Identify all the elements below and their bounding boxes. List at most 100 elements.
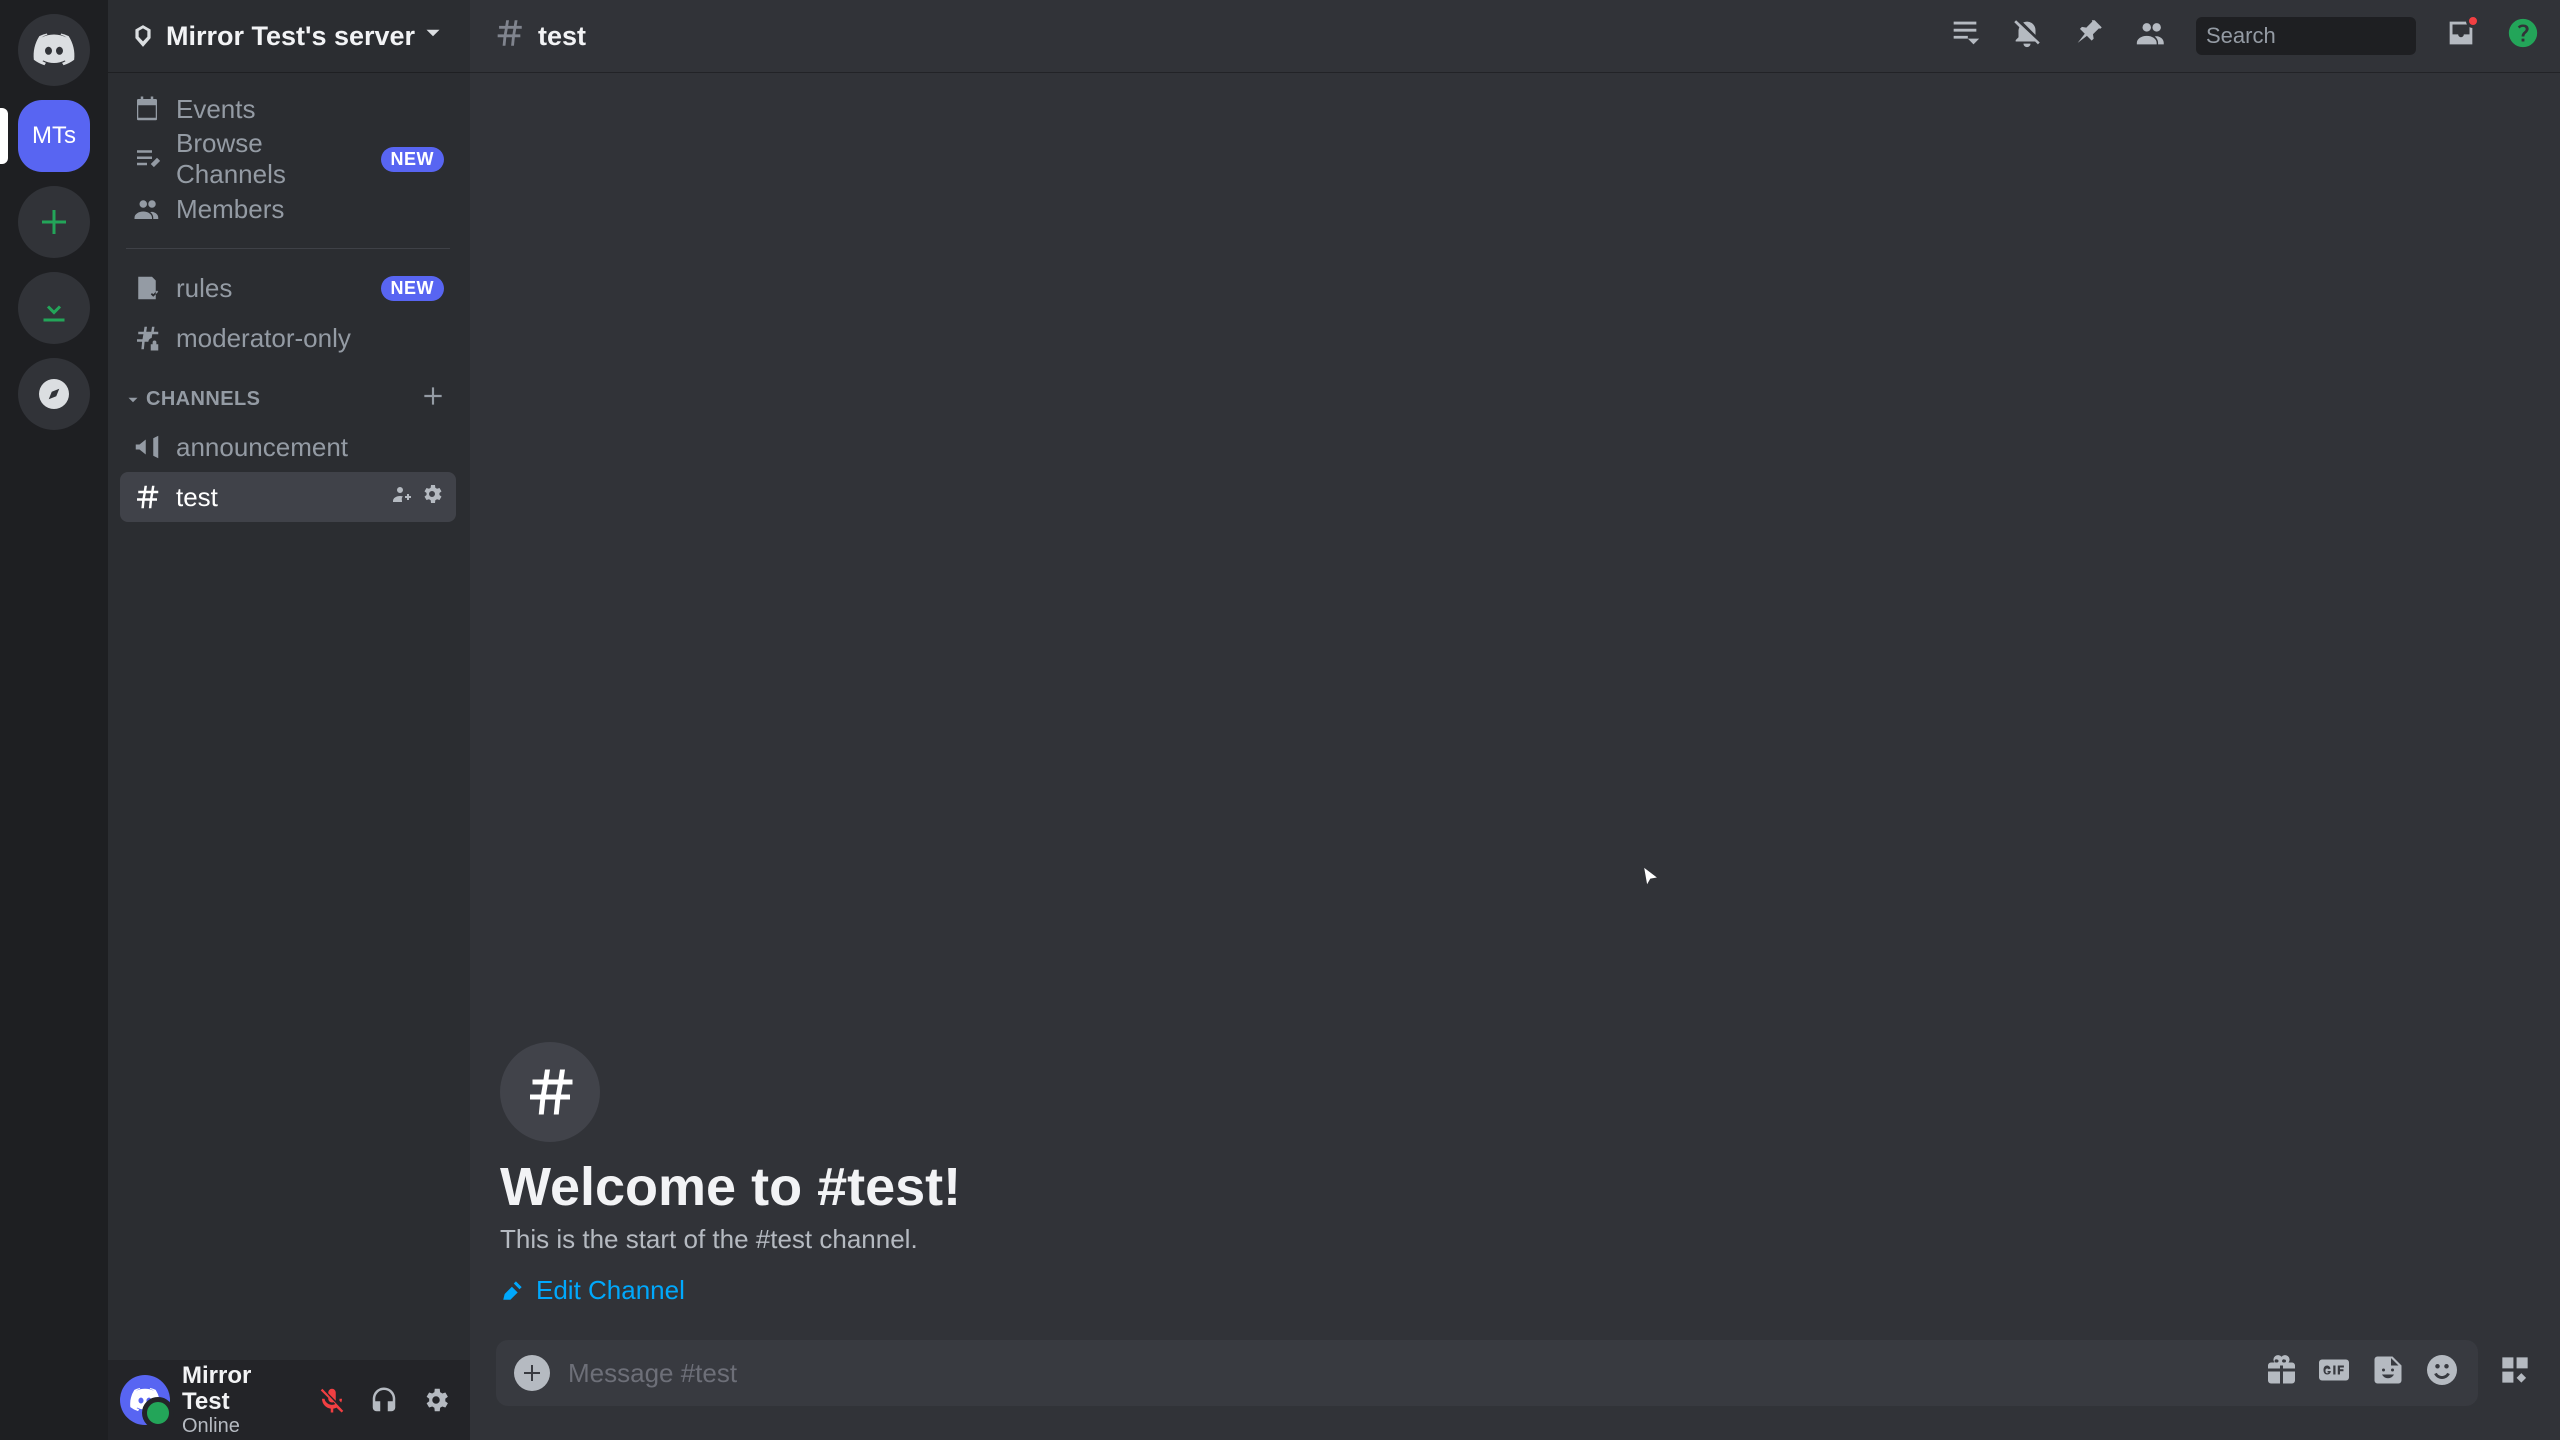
- members-label: Members: [176, 194, 284, 225]
- plus-icon: [36, 204, 72, 240]
- edit-channel-link[interactable]: Edit Channel: [500, 1275, 685, 1306]
- deafen-button[interactable]: [360, 1376, 408, 1424]
- channel-test[interactable]: test: [120, 472, 456, 522]
- channel-title: test: [538, 21, 586, 52]
- category-channels[interactable]: CHANNELS: [120, 363, 456, 422]
- hash-icon: [132, 482, 162, 512]
- sticker-icon: [2370, 1352, 2406, 1388]
- inbox-unread-dot: [2466, 14, 2480, 28]
- moderator-label: moderator-only: [176, 323, 351, 354]
- channel-header: test: [470, 0, 2560, 72]
- channel-moderator-only[interactable]: moderator-only: [120, 313, 456, 363]
- sidebar-divider: [126, 248, 450, 249]
- boost-icon: [130, 23, 156, 49]
- gear-icon: [420, 482, 444, 506]
- invite-icon: [390, 482, 414, 506]
- channel-sidebar: Mirror Test's server Events Browse Chann…: [108, 0, 470, 1440]
- server-menu-chevron: [420, 20, 446, 53]
- sidebar-browse-channels[interactable]: Browse Channels NEW: [120, 134, 456, 184]
- apps-button[interactable]: [2496, 1351, 2534, 1396]
- members-icon: [132, 194, 162, 224]
- message-composer[interactable]: [496, 1340, 2478, 1406]
- apps-icon: [2496, 1351, 2534, 1389]
- server-header[interactable]: Mirror Test's server: [108, 0, 470, 72]
- plus-icon: [520, 1361, 544, 1385]
- main-area: test: [470, 0, 2560, 1440]
- new-badge: NEW: [381, 147, 445, 172]
- chevron-down-icon: [420, 20, 446, 46]
- sticker-button[interactable]: [2370, 1352, 2406, 1395]
- user-status: Online: [182, 1415, 296, 1437]
- message-input[interactable]: [568, 1358, 2244, 1389]
- mute-button[interactable]: [308, 1376, 356, 1424]
- category-label: CHANNELS: [146, 388, 260, 411]
- welcome-block: Welcome to #test! This is the start of t…: [500, 1042, 2530, 1311]
- plus-icon: [420, 383, 446, 409]
- new-badge: NEW: [381, 276, 445, 301]
- sidebar-events[interactable]: Events: [120, 84, 456, 134]
- user-avatar[interactable]: [120, 1375, 170, 1425]
- composer-row: [470, 1340, 2560, 1440]
- threads-button[interactable]: [1948, 16, 1982, 57]
- emoji-button[interactable]: [2424, 1352, 2460, 1395]
- bell-off-icon: [2010, 16, 2044, 50]
- edit-channel-label: Edit Channel: [536, 1275, 685, 1306]
- channel-settings-button[interactable]: [420, 482, 444, 513]
- events-label: Events: [176, 94, 256, 125]
- guild-download-apps[interactable]: [18, 272, 90, 344]
- channel-label: announcement: [176, 432, 348, 463]
- welcome-hash-badge: [500, 1042, 600, 1142]
- cursor-icon: [1639, 861, 1663, 890]
- inbox-button[interactable]: [2444, 16, 2478, 57]
- guild-selected[interactable]: MTs: [18, 100, 90, 172]
- user-panel: Mirror Test Online: [108, 1360, 470, 1440]
- sidebar-members[interactable]: Members: [120, 184, 456, 234]
- guild-rail: MTs: [0, 0, 108, 1440]
- help-icon: [2506, 16, 2540, 50]
- megaphone-icon: [132, 432, 162, 462]
- pencil-icon: [500, 1277, 526, 1303]
- help-button[interactable]: [2506, 16, 2540, 57]
- emoji-icon: [2424, 1352, 2460, 1388]
- browse-label: Browse Channels: [176, 128, 353, 190]
- create-channel-button[interactable]: [420, 383, 446, 416]
- mic-off-icon: [317, 1385, 347, 1415]
- gif-button[interactable]: [2316, 1352, 2352, 1395]
- rules-label: rules: [176, 273, 232, 304]
- browse-icon: [132, 144, 162, 174]
- search-box[interactable]: [2196, 17, 2416, 55]
- server-name: Mirror Test's server: [166, 21, 415, 52]
- notifications-button[interactable]: [2010, 16, 2044, 57]
- discord-icon: [32, 28, 76, 72]
- guild-explore[interactable]: [18, 358, 90, 430]
- channel-rules[interactable]: rules NEW: [120, 263, 456, 313]
- pinned-button[interactable]: [2072, 16, 2106, 57]
- channel-announcement[interactable]: announcement: [120, 422, 456, 472]
- members-icon: [2134, 16, 2168, 50]
- user-settings-button[interactable]: [412, 1376, 460, 1424]
- rules-icon: [132, 273, 162, 303]
- guild-add-server[interactable]: [18, 186, 90, 258]
- attach-button[interactable]: [514, 1355, 550, 1391]
- welcome-title: Welcome to #test!: [500, 1156, 2530, 1218]
- guild-dm-home[interactable]: [18, 14, 90, 86]
- user-info[interactable]: Mirror Test Online: [182, 1363, 296, 1438]
- gif-icon: [2316, 1352, 2352, 1388]
- download-icon: [36, 290, 72, 326]
- compass-icon: [36, 376, 72, 412]
- channel-label: test: [176, 482, 218, 513]
- gift-button[interactable]: [2262, 1352, 2298, 1395]
- pin-icon: [2072, 16, 2106, 50]
- invite-button[interactable]: [390, 482, 414, 513]
- calendar-icon: [132, 94, 162, 124]
- chevron-down-icon: [124, 391, 142, 409]
- hash-icon: [492, 16, 526, 57]
- hash-icon: [520, 1062, 580, 1122]
- member-list-button[interactable]: [2134, 16, 2168, 57]
- welcome-subtitle: This is the start of the #test channel.: [500, 1224, 2530, 1255]
- user-name: Mirror Test: [182, 1363, 296, 1416]
- threads-icon: [1948, 16, 1982, 50]
- gift-icon: [2262, 1352, 2298, 1388]
- chat-messages: Welcome to #test! This is the start of t…: [470, 72, 2560, 1340]
- hash-lock-icon: [132, 323, 162, 353]
